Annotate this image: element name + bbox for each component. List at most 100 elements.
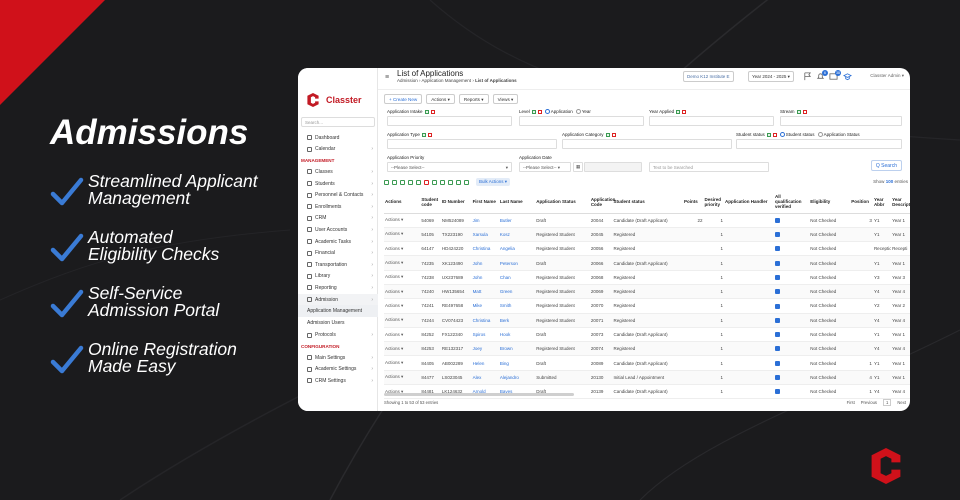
table-row[interactable]: Actions ▾ 84481 LK124632 Arnold Bayes Draft 20… bbox=[384, 384, 910, 400]
search-button[interactable]: Q Search bbox=[870, 160, 902, 171]
application-type-field[interactable] bbox=[387, 139, 557, 149]
institute-select[interactable]: Demo K12 Institute E bbox=[683, 71, 734, 82]
sidebar-item[interactable]: CRM Settings › bbox=[298, 375, 378, 387]
pagination-link[interactable]: First bbox=[847, 400, 855, 405]
table-row[interactable]: Actions ▾ 74240 HW135654 Matt Green Registere… bbox=[384, 284, 910, 300]
table-row[interactable]: Actions ▾ 74244 CV074423 Christina Berk Regis… bbox=[384, 313, 910, 328]
verified-checkbox[interactable] bbox=[775, 317, 781, 323]
row-actions-button[interactable]: Actions bbox=[385, 374, 400, 379]
column-header[interactable]: Actions bbox=[384, 191, 421, 214]
stream-field[interactable] bbox=[780, 116, 902, 126]
column-header[interactable]: ID Number bbox=[440, 191, 472, 214]
column-header[interactable]: Last Name bbox=[498, 191, 536, 214]
level-field[interactable] bbox=[519, 116, 644, 126]
column-header[interactable]: First Name bbox=[471, 191, 499, 214]
table-cell[interactable]: Helen bbox=[471, 355, 499, 371]
table-cell[interactable]: Hook bbox=[498, 327, 536, 343]
delete-icon[interactable] bbox=[424, 179, 429, 185]
sidebar-item[interactable]: Financial › bbox=[298, 247, 378, 259]
status-option-application[interactable]: Application Status bbox=[824, 132, 860, 137]
verified-checkbox[interactable] bbox=[775, 217, 781, 223]
table-row[interactable]: Actions ▾ 84252 FX122340 Spiros Hook Draft 200… bbox=[384, 327, 910, 343]
sidebar-item[interactable]: Admission › bbox=[298, 293, 378, 306]
table-cell[interactable]: Actions ▾ bbox=[384, 355, 421, 371]
year-applied-field[interactable] bbox=[649, 116, 774, 126]
page-length-control[interactable]: Show 100 entries bbox=[873, 179, 908, 184]
sidebar-item[interactable]: Academic Tasks › bbox=[298, 236, 378, 248]
print-icon[interactable] bbox=[408, 179, 413, 185]
verified-checkbox[interactable] bbox=[775, 346, 781, 352]
row-actions-button[interactable]: Actions bbox=[385, 231, 400, 236]
table-row[interactable]: Actions ▾ 54105 TX223190 Xarsula Kosz Registe… bbox=[384, 227, 910, 243]
column-header[interactable]: All qualification verified bbox=[774, 191, 810, 214]
row-actions-button[interactable]: Actions bbox=[385, 274, 400, 279]
breadcrumb-root[interactable]: Admission bbox=[397, 78, 418, 83]
verified-checkbox[interactable] bbox=[775, 289, 781, 295]
table-row[interactable]: Actions ▾ 54069 NM524089 Jim Butler Draft 2004… bbox=[384, 213, 910, 228]
application-date-select[interactable]: --Please Select-- ▾ bbox=[519, 162, 571, 172]
table-cell[interactable]: Christina bbox=[471, 313, 499, 328]
text-search-input[interactable]: Text to be Searched bbox=[649, 162, 769, 172]
graduation-cap-icon[interactable] bbox=[842, 72, 853, 81]
sidebar-item[interactable]: Main Settings › bbox=[298, 352, 378, 364]
application-priority-select[interactable]: --Please Select-- ▾ bbox=[387, 162, 512, 172]
row-actions-button[interactable]: Actions bbox=[385, 246, 400, 251]
row-actions-button[interactable]: Actions bbox=[385, 217, 400, 222]
messages-icon[interactable]: 38 bbox=[829, 70, 841, 81]
table-cell[interactable]: Berk bbox=[498, 313, 536, 328]
user-menu[interactable]: Classter Admin ▾ bbox=[870, 73, 904, 79]
row-actions-button[interactable]: Actions bbox=[385, 317, 400, 322]
column-header[interactable]: Application Handler bbox=[723, 191, 775, 214]
table-cell[interactable]: Christina bbox=[471, 241, 499, 257]
table-cell[interactable]: Joey bbox=[471, 341, 499, 357]
table-row[interactable]: Actions ▾ 74238 UX237689 John Chan Registered… bbox=[384, 270, 910, 285]
table-cell[interactable]: Chan bbox=[498, 270, 536, 285]
sidebar-item[interactable]: Transportation › bbox=[298, 259, 378, 271]
table-cell[interactable]: Spiros bbox=[471, 327, 499, 343]
application-category-field[interactable] bbox=[562, 139, 732, 149]
sidebar-item[interactable]: Enrollments › bbox=[298, 201, 378, 213]
verified-checkbox[interactable] bbox=[775, 232, 781, 238]
status-option-student[interactable]: Student status bbox=[786, 132, 815, 137]
sidebar-item[interactable]: Admission Users bbox=[298, 317, 378, 329]
reports-menu-button[interactable]: Reports ▾ bbox=[458, 94, 489, 104]
column-header[interactable]: Desired priority bbox=[703, 191, 724, 214]
table-cell[interactable]: Bayes bbox=[498, 384, 536, 400]
notifications-icon[interactable]: 6 bbox=[816, 70, 828, 81]
sidebar-item[interactable]: Classes › bbox=[298, 166, 378, 178]
table-row[interactable]: Actions ▾ 64147 HD424220 Christina Angelia Re… bbox=[384, 241, 910, 257]
column-header[interactable]: Eligibility bbox=[809, 191, 851, 214]
verified-checkbox[interactable] bbox=[775, 360, 781, 366]
table-cell[interactable]: Butler bbox=[498, 213, 536, 228]
row-actions-button[interactable]: Actions bbox=[385, 289, 400, 294]
flag-icon[interactable] bbox=[803, 72, 812, 81]
row-actions-button[interactable]: Actions bbox=[385, 303, 400, 308]
columns-icon[interactable] bbox=[448, 179, 453, 185]
table-row[interactable]: Actions ▾ 84405 AB002289 Helen Bing Draft 2008… bbox=[384, 355, 910, 371]
bulk-actions-button[interactable]: Bulk Actions ▾ bbox=[476, 178, 511, 186]
column-header[interactable]: Application Code bbox=[589, 191, 615, 214]
verified-checkbox[interactable] bbox=[775, 375, 781, 381]
sidebar-item[interactable]: User Accounts › bbox=[298, 224, 378, 236]
column-header[interactable]: Position bbox=[850, 191, 873, 214]
table-row[interactable]: Actions ▾ 74241 RE497658 Mike Smith Registere… bbox=[384, 298, 910, 314]
table-cell[interactable]: Arnold bbox=[471, 384, 499, 400]
show-value[interactable]: 100 bbox=[886, 179, 894, 184]
sidebar-item[interactable]: Personnel & Contacts › bbox=[298, 189, 378, 201]
table-cell[interactable]: Angelia bbox=[498, 241, 536, 257]
table-cell[interactable]: Actions ▾ bbox=[384, 313, 421, 328]
excel-export-icon[interactable] bbox=[384, 179, 389, 185]
pagination-link[interactable]: Next bbox=[897, 400, 906, 405]
row-actions-button[interactable]: Actions bbox=[385, 260, 400, 265]
sidebar-item[interactable]: Application Management bbox=[298, 305, 378, 318]
sidebar-item[interactable]: CRM › bbox=[298, 213, 378, 225]
table-cell[interactable]: Jim bbox=[471, 213, 499, 228]
column-header[interactable]: Year Abbr bbox=[872, 191, 892, 214]
table-cell[interactable]: Kosz bbox=[498, 227, 536, 243]
sidebar-item[interactable]: Students › bbox=[298, 178, 378, 190]
column-header[interactable]: Year Description bbox=[891, 191, 910, 214]
column-header[interactable]: Student code bbox=[420, 191, 441, 214]
pagination-link[interactable]: Previous bbox=[861, 400, 877, 405]
level-option-year[interactable]: Year bbox=[582, 109, 591, 114]
table-row[interactable]: Actions ▾ 84253 RE132317 Joey Brown Registere… bbox=[384, 341, 910, 357]
